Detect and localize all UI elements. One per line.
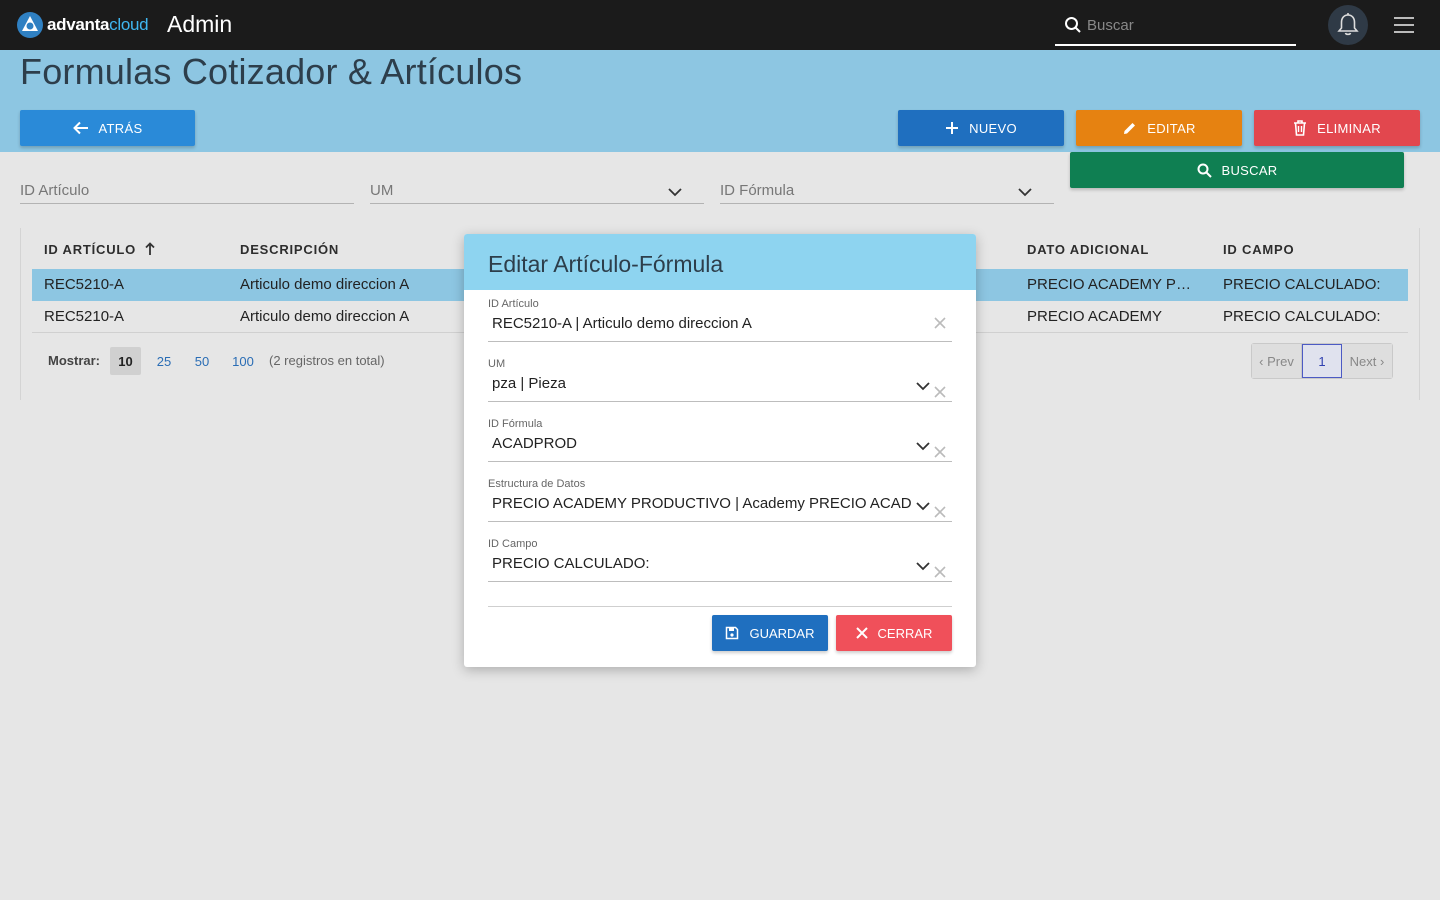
cell-dato-adicional: PRECIO ACADEMY	[1027, 308, 1163, 325]
field-value: ACADPROD	[492, 435, 578, 452]
field-id-formula[interactable]: ID Fórmula ACADPROD	[488, 418, 952, 462]
chevron-down-icon	[668, 188, 682, 197]
logo-text: advantacloud	[47, 15, 149, 34]
delete-button-label: ELIMINAR	[1317, 120, 1381, 136]
back-button-label: ATRÁS	[98, 120, 143, 136]
pencil-icon	[1124, 122, 1136, 134]
top-navbar: advantacloud Admin	[0, 0, 1440, 50]
column-header-dato-adicional[interactable]: DATO ADICIONAL	[1027, 242, 1149, 257]
app-title: Admin	[167, 11, 233, 37]
arrow-left-icon	[72, 121, 88, 135]
filter-id-formula[interactable]: ID Fórmula	[720, 178, 1054, 204]
back-button[interactable]: ATRÁS	[20, 110, 195, 146]
chevron-down-icon[interactable]	[916, 502, 930, 511]
column-header-descripcion[interactable]: DESCRIPCIÓN	[240, 242, 339, 257]
global-search	[1055, 8, 1296, 46]
clear-icon[interactable]	[934, 386, 946, 398]
field-value: PRECIO CALCULADO:	[492, 555, 650, 572]
save-button[interactable]: GUARDAR	[712, 615, 828, 651]
field-estructura-de-datos[interactable]: Estructura de Datos PRECIO ACADEMY PRODU…	[488, 478, 952, 522]
page-size-10[interactable]: 10	[110, 347, 141, 375]
page-title: Formulas Cotizador & Artículos	[20, 51, 523, 92]
edit-button[interactable]: EDITAR	[1076, 110, 1242, 146]
logo-icon	[17, 12, 43, 38]
chevron-down-icon[interactable]	[916, 442, 930, 451]
chevron-down-icon	[1018, 188, 1032, 197]
clear-icon[interactable]	[934, 317, 946, 329]
dialog-title: Editar Artículo-Fórmula	[488, 251, 724, 277]
hamburger-menu-icon[interactable]	[1394, 17, 1414, 33]
page-size-label: Mostrar:	[48, 353, 101, 368]
field-um[interactable]: UM pza | Pieza	[488, 358, 952, 402]
field-label: ID Campo	[488, 538, 538, 550]
clear-icon[interactable]	[934, 446, 946, 458]
search-button[interactable]: BUSCAR	[1070, 152, 1404, 188]
field-value: REC5210-A | Articulo demo direccion A	[492, 315, 752, 332]
cell-id-campo: PRECIO CALCULADO:	[1223, 276, 1381, 293]
field-label: Estructura de Datos	[488, 478, 586, 490]
dialog-divider	[488, 606, 952, 607]
cell-dato-adicional: PRECIO ACADEMY PRODUCTIVO	[1027, 276, 1195, 293]
page-number-button[interactable]: 1	[1302, 344, 1342, 378]
plus-icon	[946, 122, 959, 134]
save-button-label: GUARDAR	[749, 625, 815, 641]
search-icon	[1065, 17, 1081, 33]
close-button[interactable]: CERRAR	[836, 615, 952, 651]
cell-descripcion: Articulo demo direccion A	[240, 276, 410, 293]
page-size-50[interactable]: 50	[190, 347, 214, 375]
cell-id-articulo: REC5210-A	[44, 308, 125, 325]
save-icon	[726, 626, 739, 640]
prev-page-button[interactable]: ‹ Prev	[1252, 344, 1302, 378]
edit-button-label: EDITAR	[1147, 120, 1196, 136]
filter-id-formula-placeholder: ID Fórmula	[720, 182, 795, 199]
trash-icon	[1294, 120, 1307, 136]
notifications-button[interactable]	[1328, 5, 1368, 45]
column-header-id-articulo[interactable]: ID ARTÍCULO	[44, 242, 155, 257]
filter-um[interactable]: UM	[370, 178, 704, 204]
next-page-button[interactable]: Next ›	[1342, 344, 1392, 378]
field-id-campo[interactable]: ID Campo PRECIO CALCULADO:	[488, 538, 952, 582]
close-icon	[855, 627, 868, 639]
filter-id-articulo-placeholder: ID Artículo	[20, 182, 90, 199]
pagination: ‹ Prev 1 Next ›	[1251, 343, 1393, 379]
new-button-label: NUEVO	[969, 120, 1017, 136]
field-value: pza | Pieza	[492, 375, 566, 392]
page-size-25[interactable]: 25	[152, 347, 176, 375]
brand-logo[interactable]: advantacloud	[16, 11, 149, 39]
clear-icon[interactable]	[934, 566, 946, 578]
cell-id-articulo: REC5210-A	[44, 276, 125, 293]
field-label: ID Artículo	[488, 298, 539, 310]
close-button-label: CERRAR	[877, 625, 933, 641]
page-size-100[interactable]: 100	[230, 347, 256, 375]
edit-dialog: Editar Artículo-Fórmula ID Artículo REC5…	[464, 234, 976, 667]
field-label: ID Fórmula	[488, 418, 543, 430]
chevron-down-icon[interactable]	[916, 382, 930, 391]
search-icon	[1197, 163, 1212, 178]
sort-ascending-icon	[144, 242, 155, 255]
field-value: PRECIO ACADEMY PRODUCTIVO | Academy PREC…	[492, 495, 912, 512]
dialog-header: Editar Artículo-Fórmula	[464, 234, 976, 290]
field-id-articulo[interactable]: ID Artículo REC5210-A | Articulo demo di…	[488, 298, 952, 342]
filter-id-articulo[interactable]: ID Artículo	[20, 178, 354, 204]
filter-um-placeholder: UM	[370, 182, 394, 199]
field-label: UM	[488, 358, 506, 370]
total-records: (2 registros en total)	[269, 353, 385, 368]
search-button-label: BUSCAR	[1221, 162, 1278, 178]
search-input[interactable]	[1087, 14, 1287, 36]
column-header-id-campo[interactable]: ID CAMPO	[1223, 242, 1294, 257]
bell-icon	[1337, 13, 1359, 36]
cell-descripcion: Articulo demo direccion A	[240, 308, 410, 325]
new-button[interactable]: NUEVO	[898, 110, 1064, 146]
cell-id-campo: PRECIO CALCULADO:	[1223, 308, 1381, 325]
clear-icon[interactable]	[934, 506, 946, 518]
chevron-down-icon[interactable]	[916, 562, 930, 571]
delete-button[interactable]: ELIMINAR	[1254, 110, 1420, 146]
